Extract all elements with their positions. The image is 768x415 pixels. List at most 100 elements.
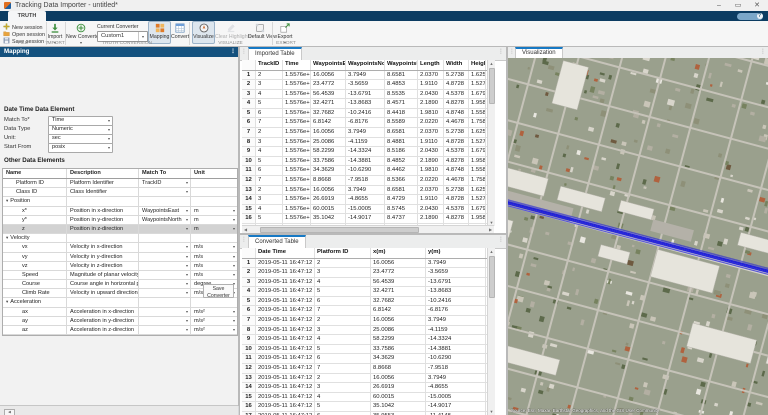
cell[interactable]: 1.5580 xyxy=(469,166,486,175)
cell[interactable]: 8.4737 xyxy=(385,214,418,223)
cell[interactable]: 1.9580 xyxy=(469,214,486,223)
column-header[interactable]: y(m) xyxy=(426,248,486,258)
default-view-button[interactable]: Default View xyxy=(248,22,271,43)
cell[interactable]: 8.5186 xyxy=(385,147,418,156)
cell[interactable]: 3.7949 xyxy=(346,128,385,137)
cell[interactable]: 56.4539 xyxy=(311,90,346,99)
chevron-down-icon[interactable]: ▾ xyxy=(233,243,235,251)
table-row[interactable]: 152019-05-11 16:47:12460.0015-15.0005 xyxy=(242,393,487,403)
cell[interactable]: 4 xyxy=(315,393,371,402)
cell[interactable]: 5.2738 xyxy=(444,186,469,195)
cell[interactable]: 5 xyxy=(256,214,283,223)
vertical-scrollbar[interactable]: ▲ ▼ xyxy=(487,60,495,226)
mapping-row[interactable]: Climb RateVelocity in upward direction▾m… xyxy=(3,289,237,298)
cell[interactable]: 26.6919 xyxy=(371,383,426,392)
match-to-cell[interactable]: WaypointsNorth▾ xyxy=(139,216,191,224)
cell[interactable]: 2019-05-11 16:47:12 xyxy=(256,297,315,306)
scroll-up-icon[interactable]: ▲ xyxy=(488,60,495,67)
cell[interactable]: 3.7949 xyxy=(346,71,385,80)
cell[interactable]: 35.1042 xyxy=(311,214,346,223)
table-row[interactable]: 1271.5576e+098.8668-7.95188.53662.02204.… xyxy=(242,176,487,186)
table-row[interactable]: 231.5576e+0923.4772-3.56598.48531.91104.… xyxy=(242,80,487,90)
cell[interactable]: 1.5576e+09 xyxy=(283,90,311,99)
table-row[interactable]: 721.5576e+0916.00563.79498.65812.03705.2… xyxy=(242,128,487,138)
cell[interactable]: -13.8683 xyxy=(426,287,486,296)
cell[interactable]: 60.0015 xyxy=(311,205,346,214)
cell[interactable]: 5.2738 xyxy=(444,128,469,137)
mapping-row[interactable]: ayAcceleration in y-direction▾m/s²▾ xyxy=(3,317,237,326)
chevron-down-icon[interactable]: ▾ xyxy=(233,326,235,334)
tab-imported-table[interactable]: Imported Table xyxy=(248,47,302,61)
cell[interactable]: 3 xyxy=(315,326,371,335)
help-button[interactable]: ? xyxy=(737,13,763,20)
cell[interactable]: 2.1890 xyxy=(418,214,444,223)
cell[interactable]: 2019-05-11 16:47:12 xyxy=(256,364,315,373)
cell[interactable]: 1.5576e+09 xyxy=(283,128,311,137)
table-row[interactable]: 162019-05-11 16:47:12535.1042-14.9017 xyxy=(242,402,487,412)
unit-cell[interactable]: m/s▾ xyxy=(191,253,237,261)
chevron-down-icon[interactable]: ▾ xyxy=(186,308,188,316)
cell[interactable]: 8.4418 xyxy=(385,109,418,118)
table-row[interactable]: 32019-05-11 16:47:12456.4539-13.6791 xyxy=(242,278,487,288)
cell[interactable]: 4.8278 xyxy=(444,157,469,166)
scrollbar-thumb[interactable] xyxy=(489,256,495,298)
cell[interactable]: 1.5576e+09 xyxy=(283,138,311,147)
restore-icon[interactable]: ▭ xyxy=(729,0,747,11)
cell[interactable]: 32.4271 xyxy=(311,99,346,108)
match-to-cell[interactable]: ▾ xyxy=(139,326,191,334)
table-row[interactable]: 12019-05-11 16:47:12216.00563.7949 xyxy=(242,259,487,269)
table-row[interactable]: 1161.5576e+0934.3629-10.62908.44621.9810… xyxy=(242,166,487,176)
cell[interactable]: 2 xyxy=(315,316,371,325)
cell[interactable]: 3 xyxy=(256,138,283,147)
column-header[interactable]: WaypointsEast xyxy=(311,60,346,70)
cell[interactable]: 4.8748 xyxy=(444,109,469,118)
cell[interactable]: 3.7949 xyxy=(346,186,385,195)
cell[interactable]: 8.5535 xyxy=(385,90,418,99)
cell[interactable]: 3 xyxy=(315,268,371,277)
match-to-cell[interactable]: ▾ xyxy=(139,253,191,261)
scrollbar-thumb[interactable] xyxy=(260,227,419,233)
table-row[interactable]: 72019-05-11 16:47:12216.00563.7949 xyxy=(242,316,487,326)
cell[interactable]: 1.5576e+09 xyxy=(283,176,311,185)
cell[interactable]: 6.8142 xyxy=(371,306,426,315)
chevron-down-icon[interactable]: ▾ xyxy=(186,326,188,334)
satellite-map[interactable]: Source: Esri, Maxar, Earthstar Geographi… xyxy=(508,58,768,415)
match-to-cell[interactable]: ▾ xyxy=(139,280,191,288)
mapping-row[interactable]: ▾Acceleration xyxy=(3,298,237,307)
cell[interactable]: 1.9810 xyxy=(418,166,444,175)
cell[interactable]: 6.8142 xyxy=(311,118,346,127)
column-header[interactable]: x(m) xyxy=(371,248,426,258)
chevron-down-icon[interactable]: ▾ xyxy=(233,308,235,316)
scroll-up-icon[interactable]: ▲ xyxy=(488,248,495,255)
cell[interactable]: 2.0370 xyxy=(418,186,444,195)
cell[interactable]: 8.4881 xyxy=(385,138,418,147)
chevron-down-icon[interactable]: ▾ xyxy=(186,188,188,196)
cell[interactable]: -14.3881 xyxy=(346,157,385,166)
chevron-down-icon[interactable]: ▾ xyxy=(108,117,110,125)
cell[interactable]: 1.5576e+09 xyxy=(283,71,311,80)
unit-cell[interactable]: m▾ xyxy=(191,216,237,224)
cell[interactable]: 3.7949 xyxy=(426,374,486,383)
unit-cell[interactable]: m/s²▾ xyxy=(191,317,237,325)
chevron-down-icon[interactable]: ▾ xyxy=(233,225,235,233)
cell[interactable]: 4.5378 xyxy=(444,147,469,156)
cell[interactable]: 6 xyxy=(256,109,283,118)
cell[interactable]: -10.6290 xyxy=(426,354,486,363)
cell[interactable]: -14.9017 xyxy=(426,402,486,411)
table-row[interactable]: 42019-05-11 16:47:12532.4271-13.8683 xyxy=(242,287,487,297)
convert-button[interactable]: Convert xyxy=(171,22,188,43)
cell[interactable]: 7 xyxy=(256,118,283,127)
cell[interactable]: 2.0370 xyxy=(418,128,444,137)
cell[interactable]: 1.5576e+09 xyxy=(283,109,311,118)
scrollbar-thumb[interactable] xyxy=(489,68,495,104)
table-row[interactable]: 1541.5576e+0960.0015-15.00058.57452.0430… xyxy=(242,205,487,215)
cell[interactable]: 8.4571 xyxy=(385,99,418,108)
cell[interactable]: -13.6791 xyxy=(426,278,486,287)
match-to-cell[interactable]: ▾ xyxy=(139,262,191,270)
cell[interactable]: 23.4772 xyxy=(311,80,346,89)
cell[interactable]: 4 xyxy=(315,335,371,344)
cell[interactable]: 2019-05-11 16:47:12 xyxy=(256,306,315,315)
cell[interactable]: -14.3881 xyxy=(426,345,486,354)
chevron-down-icon[interactable]: ▾ xyxy=(186,225,188,233)
cell[interactable]: 16.0056 xyxy=(311,128,346,137)
